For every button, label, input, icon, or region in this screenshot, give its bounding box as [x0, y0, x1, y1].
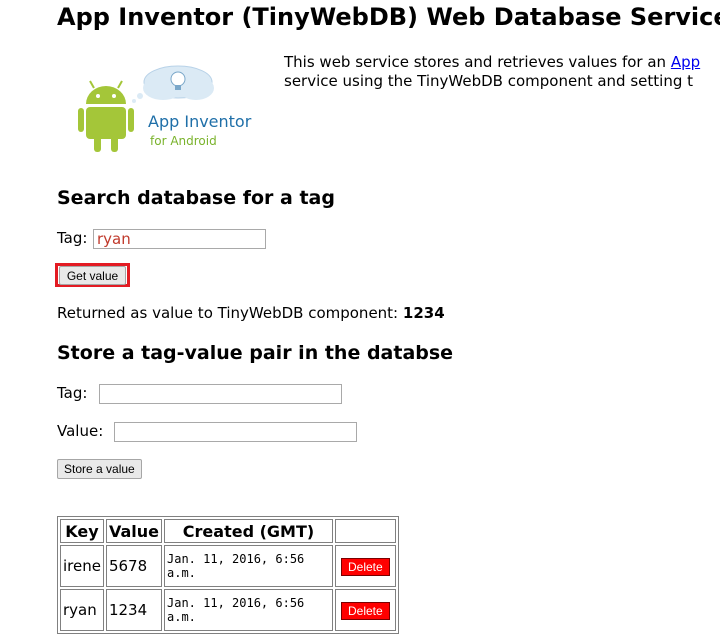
header-value: Value	[105, 519, 162, 543]
row-value: 1234	[105, 589, 162, 631]
intro-line1: This web service stores and retrieves va…	[284, 53, 671, 71]
delete-button[interactable]: Delete	[341, 557, 390, 576]
store-value-button[interactable]: Store a value	[57, 459, 142, 479]
header-action	[335, 519, 396, 543]
app-inventor-logo: App Inventor for Android	[78, 60, 268, 160]
returned-value: 1234	[402, 304, 445, 322]
table-row: ryan 1234 Jan. 11, 2016, 6:56 a.m. Delet…	[60, 589, 396, 631]
page-title: App Inventor (TinyWebDB) Web Database Se…	[57, 3, 720, 31]
returned-value-line: Returned as value to TinyWebDB component…	[57, 304, 445, 322]
store-heading: Store a tag-value pair in the databse	[57, 342, 454, 364]
search-tag-input[interactable]	[93, 229, 266, 249]
logo-title: App Inventor	[148, 112, 252, 131]
row-created: Jan. 11, 2016, 6:56 a.m.	[164, 589, 333, 631]
get-value-button[interactable]: Get value	[59, 266, 126, 285]
row-key: irene	[60, 545, 104, 587]
store-tag-label: Tag:	[57, 384, 88, 402]
row-action: Delete	[335, 589, 396, 631]
store-value-label: Value:	[57, 422, 104, 440]
header-key: Key	[60, 519, 104, 543]
store-value-input[interactable]	[114, 422, 357, 442]
row-created: Jan. 11, 2016, 6:56 a.m.	[164, 545, 333, 587]
row-action: Delete	[335, 545, 396, 587]
search-heading: Search database for a tag	[57, 187, 335, 209]
intro-text: This web service stores and retrieves va…	[284, 53, 720, 91]
logo-subtitle: for Android	[150, 134, 217, 148]
search-tag-label: Tag:	[57, 229, 88, 247]
row-key: ryan	[60, 589, 104, 631]
table-row: irene 5678 Jan. 11, 2016, 6:56 a.m. Dele…	[60, 545, 396, 587]
store-tag-input[interactable]	[99, 384, 342, 404]
app-inventor-link[interactable]: App	[671, 53, 700, 71]
intro-line2: service using the TinyWebDB component an…	[284, 72, 693, 90]
row-value: 5678	[105, 545, 162, 587]
table-header-row: Key Value Created (GMT)	[60, 519, 396, 543]
header-created: Created (GMT)	[164, 519, 333, 543]
delete-button[interactable]: Delete	[341, 601, 390, 620]
returned-label: Returned as value to TinyWebDB component…	[57, 304, 399, 322]
database-table: Key Value Created (GMT) irene 5678 Jan. …	[57, 516, 399, 634]
